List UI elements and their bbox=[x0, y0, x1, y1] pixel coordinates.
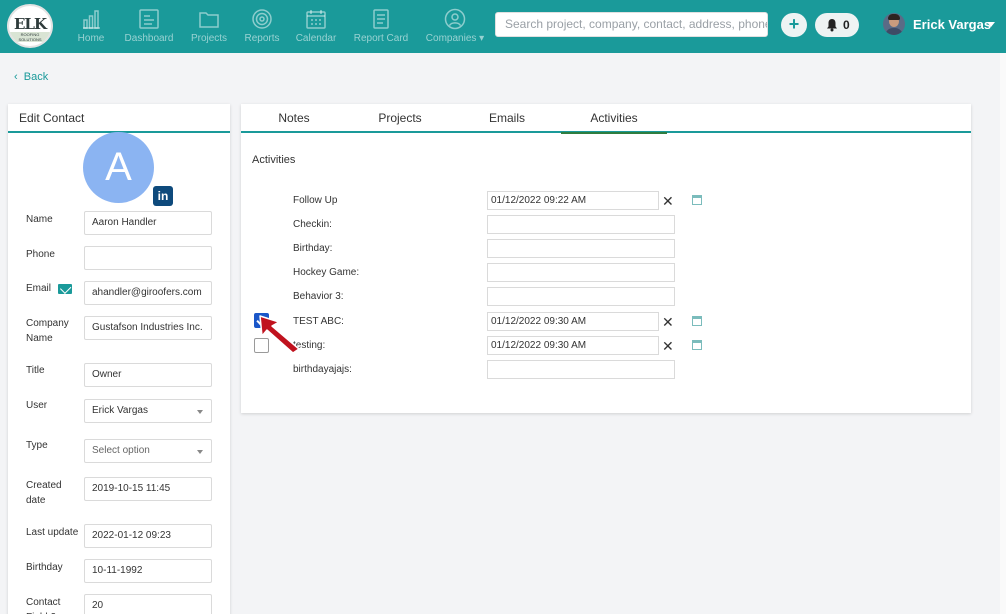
contact-field-2-field[interactable]: 20 bbox=[84, 594, 212, 614]
title-field[interactable]: Owner bbox=[84, 363, 212, 387]
birthday-field[interactable]: 10-11-1992 bbox=[84, 559, 212, 583]
contact-avatar[interactable]: A bbox=[83, 132, 154, 203]
bar-chart-icon bbox=[83, 10, 100, 29]
scroll-track[interactable] bbox=[1000, 53, 1006, 614]
logo-subtext: ROOFING SOLUTIONS bbox=[10, 32, 50, 42]
user-name[interactable]: Erick Vargas bbox=[913, 17, 991, 32]
birthday-label: Birthday bbox=[26, 562, 63, 573]
chevron-down-icon[interactable] bbox=[987, 22, 995, 27]
activities-panel: Notes Projects Emails Activities Activit… bbox=[241, 104, 971, 413]
nav-label: Report Card bbox=[353, 33, 409, 44]
top-navigation-bar: ELK ROOFING SOLUTIONS Home Dashboard Pro… bbox=[0, 0, 1006, 53]
logo-text: ELK bbox=[13, 15, 47, 33]
nav-reports[interactable]: Reports bbox=[243, 0, 281, 53]
nav-calendar[interactable]: Calendar bbox=[295, 0, 337, 53]
calendar-icon[interactable] bbox=[692, 340, 702, 350]
panel-title: Edit Contact bbox=[8, 104, 230, 133]
phone-field[interactable] bbox=[84, 246, 212, 270]
nav-label: Reports bbox=[244, 33, 280, 44]
person-icon bbox=[444, 8, 466, 30]
tab-activities[interactable]: Activities bbox=[561, 104, 667, 134]
activity-label-hockey-game: Hockey Game: bbox=[293, 267, 360, 278]
title-label: Title bbox=[26, 365, 45, 376]
search-input[interactable]: Search project, company, contact, addres… bbox=[495, 12, 768, 37]
add-button[interactable]: + bbox=[781, 13, 807, 37]
activity-label-behavior-3: Behavior 3: bbox=[293, 291, 344, 302]
mail-icon[interactable] bbox=[58, 284, 72, 294]
created-date-field[interactable]: 2019-10-15 11:45 bbox=[84, 477, 212, 501]
chevron-left-icon: ‹ bbox=[14, 71, 18, 83]
close-icon[interactable]: ✕ bbox=[662, 339, 674, 353]
user-avatar[interactable] bbox=[883, 13, 905, 35]
type-select-value: Select option bbox=[92, 445, 150, 456]
nav-dashboard[interactable]: Dashboard bbox=[123, 0, 175, 53]
name-label: Name bbox=[26, 214, 53, 225]
last-update-label: Last update bbox=[26, 527, 79, 538]
activity-date-birthday[interactable] bbox=[487, 239, 675, 258]
nav-projects[interactable]: Projects bbox=[190, 0, 228, 53]
report-card-icon bbox=[373, 9, 389, 29]
chevron-down-icon bbox=[197, 450, 203, 454]
activity-date-hockey-game[interactable] bbox=[487, 263, 675, 282]
calendar-icon[interactable] bbox=[692, 195, 702, 205]
back-link[interactable]: ‹ Back bbox=[14, 71, 48, 83]
nav-label: Projects bbox=[190, 33, 228, 44]
activity-date-follow-up[interactable]: 01/12/2022 09:22 AM bbox=[487, 191, 659, 210]
linkedin-icon[interactable]: in bbox=[153, 186, 173, 206]
back-label: Back bbox=[23, 71, 49, 83]
name-field[interactable]: Aaron Handler bbox=[84, 211, 212, 235]
activity-date-checkin[interactable] bbox=[487, 215, 675, 234]
target-icon bbox=[252, 9, 272, 29]
activity-date-test-abc[interactable]: 01/12/2022 09:30 AM bbox=[487, 312, 659, 331]
edit-contact-panel: Edit Contact A in Name Aaron Handler Pho… bbox=[8, 104, 230, 614]
nav-home[interactable]: Home bbox=[76, 0, 106, 53]
company-name-field[interactable]: Gustafson Industries Inc. bbox=[84, 316, 212, 340]
nav-companies[interactable]: Companies ▾ bbox=[424, 0, 486, 53]
calendar-icon[interactable] bbox=[692, 316, 702, 326]
type-select[interactable]: Select option bbox=[84, 439, 212, 463]
activities-title: Activities bbox=[252, 154, 296, 166]
nav-label: Home bbox=[77, 33, 105, 44]
type-label: Type bbox=[26, 440, 48, 451]
activity-date-behavior-3[interactable] bbox=[487, 287, 675, 306]
annotation-arrow-icon bbox=[259, 315, 300, 354]
activity-date-birthdayajajs[interactable] bbox=[487, 360, 675, 379]
email-field[interactable]: ahandler@giroofers.com bbox=[84, 281, 212, 305]
notifications-button[interactable]: 0 bbox=[815, 13, 859, 37]
nav-label: Companies ▾ bbox=[425, 33, 485, 44]
nav-report-card[interactable]: Report Card bbox=[352, 0, 410, 53]
phone-label: Phone bbox=[26, 249, 55, 260]
user-select[interactable]: Erick Vargas bbox=[84, 399, 212, 423]
activity-label-birthday: Birthday: bbox=[293, 243, 333, 254]
user-select-value: Erick Vargas bbox=[92, 405, 148, 416]
company-name-label: Company Name bbox=[26, 318, 69, 344]
dashboard-icon bbox=[139, 9, 159, 29]
folder-icon bbox=[199, 12, 219, 28]
calendar-icon bbox=[306, 10, 326, 29]
activity-label-birthdayajajs: birthdayajajs: bbox=[293, 364, 352, 375]
activity-label-checkin: Checkin: bbox=[293, 219, 332, 230]
email-label: Email bbox=[26, 283, 52, 294]
last-update-field[interactable]: 2022-01-12 09:23 bbox=[84, 524, 212, 548]
notifications-count: 0 bbox=[843, 18, 850, 32]
nav-label: Calendar bbox=[295, 33, 337, 44]
tab-projects[interactable]: Projects bbox=[347, 104, 453, 133]
nav-label: Dashboard bbox=[124, 33, 174, 44]
company-logo[interactable]: ELK ROOFING SOLUTIONS bbox=[7, 4, 53, 48]
contact-field-2-label: Contact Field 2 bbox=[26, 597, 61, 614]
tab-notes[interactable]: Notes bbox=[241, 104, 347, 133]
created-date-label: Created date bbox=[26, 480, 62, 506]
close-icon[interactable]: ✕ bbox=[662, 194, 674, 208]
user-label: User bbox=[26, 400, 48, 411]
bell-icon bbox=[827, 19, 837, 32]
tab-bar: Notes Projects Emails Activities bbox=[241, 104, 971, 134]
activity-label-follow-up: Follow Up bbox=[293, 195, 338, 206]
chevron-down-icon bbox=[197, 410, 203, 414]
tab-emails[interactable]: Emails bbox=[454, 104, 560, 133]
activity-date-testing[interactable]: 01/12/2022 09:30 AM bbox=[487, 336, 659, 355]
close-icon[interactable]: ✕ bbox=[662, 315, 674, 329]
